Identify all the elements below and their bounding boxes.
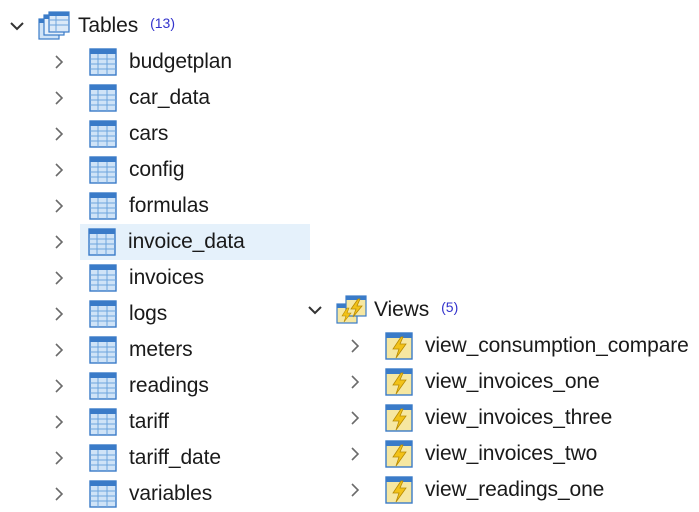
table-icon <box>87 479 119 509</box>
view-icon <box>383 331 415 361</box>
table-item-label: invoices <box>129 266 205 289</box>
table-item-budgetplan[interactable]: budgetplan <box>0 44 232 80</box>
chevron-right-icon[interactable] <box>50 269 68 287</box>
tables-tree: Tables (13) budgetplan car_datacars config… <box>0 8 310 512</box>
chevron-right-icon[interactable] <box>50 305 68 323</box>
chevron-right-icon[interactable] <box>50 413 68 431</box>
table-item-label: car_data <box>129 86 210 109</box>
view-item-view-consumption-compare[interactable]: view_consumption_compare <box>296 328 689 364</box>
table-icon <box>87 371 119 401</box>
view-icon <box>383 367 415 397</box>
chevron-right-icon[interactable] <box>346 337 364 355</box>
view-item-label: view_readings_one <box>425 478 605 501</box>
table-item-label: readings <box>129 374 209 397</box>
tables-label: Tables <box>78 14 139 37</box>
table-item-car-data[interactable]: car_data <box>0 80 232 116</box>
table-icon <box>87 191 119 221</box>
table-item-variables[interactable]: variables <box>0 476 232 512</box>
chevron-right-icon[interactable] <box>50 233 68 251</box>
table-item-label: meters <box>129 338 193 361</box>
table-icon <box>86 227 118 257</box>
chevron-right-icon[interactable] <box>50 197 68 215</box>
table-item-logs[interactable]: logs <box>0 296 232 332</box>
view-item-label: view_invoices_three <box>425 406 613 429</box>
chevron-right-icon[interactable] <box>50 89 68 107</box>
chevron-right-icon[interactable] <box>50 377 68 395</box>
chevron-right-icon[interactable] <box>50 449 68 467</box>
table-item-tariff-date[interactable]: tariff_date <box>0 440 232 476</box>
table-item-meters[interactable]: meters <box>0 332 232 368</box>
chevron-right-icon[interactable] <box>50 53 68 71</box>
views-node[interactable]: Views (5) <box>296 292 689 328</box>
table-icon <box>87 47 119 77</box>
chevron-right-icon[interactable] <box>50 341 68 359</box>
views-children: view_consumption_compare view_invoices_on… <box>296 328 689 508</box>
views-folder-icon <box>336 295 368 325</box>
views-label: Views <box>374 298 430 321</box>
views-count: (5) <box>441 299 459 315</box>
table-item-label: variables <box>129 482 213 505</box>
table-item-label: formulas <box>129 194 209 217</box>
view-item-label: view_invoices_two <box>425 442 598 465</box>
tables-node[interactable]: Tables (13) <box>0 8 232 44</box>
table-item-tariff[interactable]: tariff <box>0 404 232 440</box>
table-icon <box>87 335 119 365</box>
table-icon <box>87 443 119 473</box>
chevron-right-icon[interactable] <box>50 125 68 143</box>
view-item-view-readings-one[interactable]: view_readings_one <box>296 472 689 508</box>
table-item-label: config <box>129 158 185 181</box>
table-item-cars[interactable]: cars <box>0 116 232 152</box>
table-item-label: tariff_date <box>129 446 221 469</box>
table-icon <box>87 155 119 185</box>
chevron-right-icon[interactable] <box>346 409 364 427</box>
view-item-view-invoices-one[interactable]: view_invoices_one <box>296 364 689 400</box>
tables-folder-icon <box>38 11 70 41</box>
view-item-label: view_invoices_one <box>425 370 600 393</box>
chevron-right-icon[interactable] <box>50 485 68 503</box>
table-item-invoices[interactable]: invoices <box>0 260 232 296</box>
views-tree: Views (5) view_consumption_compare view_i… <box>296 292 689 508</box>
view-icon <box>383 475 415 505</box>
table-item-label: logs <box>129 302 168 325</box>
chevron-right-icon[interactable] <box>346 373 364 391</box>
table-icon <box>87 407 119 437</box>
table-item-invoice-data[interactable]: invoice_data <box>80 224 310 260</box>
chevron-down-icon[interactable] <box>306 301 324 319</box>
table-icon <box>87 83 119 113</box>
view-item-label: view_consumption_compare <box>425 334 689 357</box>
chevron-right-icon[interactable] <box>346 445 364 463</box>
table-item-label: invoice_data <box>128 230 245 253</box>
table-item-config[interactable]: config <box>0 152 232 188</box>
view-item-view-invoices-three[interactable]: view_invoices_three <box>296 400 689 436</box>
table-icon <box>87 119 119 149</box>
chevron-right-icon[interactable] <box>50 161 68 179</box>
view-item-view-invoices-two[interactable]: view_invoices_two <box>296 436 689 472</box>
table-item-label: tariff <box>129 410 169 433</box>
tables-count: (13) <box>150 15 176 31</box>
view-icon <box>383 439 415 469</box>
chevron-right-icon[interactable] <box>346 481 364 499</box>
table-icon <box>87 299 119 329</box>
table-icon <box>87 263 119 293</box>
table-item-formulas[interactable]: formulas <box>0 188 232 224</box>
view-icon <box>383 403 415 433</box>
table-item-label: budgetplan <box>129 50 232 73</box>
table-item-label: cars <box>129 122 169 145</box>
chevron-down-icon[interactable] <box>8 17 26 35</box>
tables-children: budgetplan car_datacars config formulas invo… <box>0 44 310 512</box>
table-item-readings[interactable]: readings <box>0 368 232 404</box>
